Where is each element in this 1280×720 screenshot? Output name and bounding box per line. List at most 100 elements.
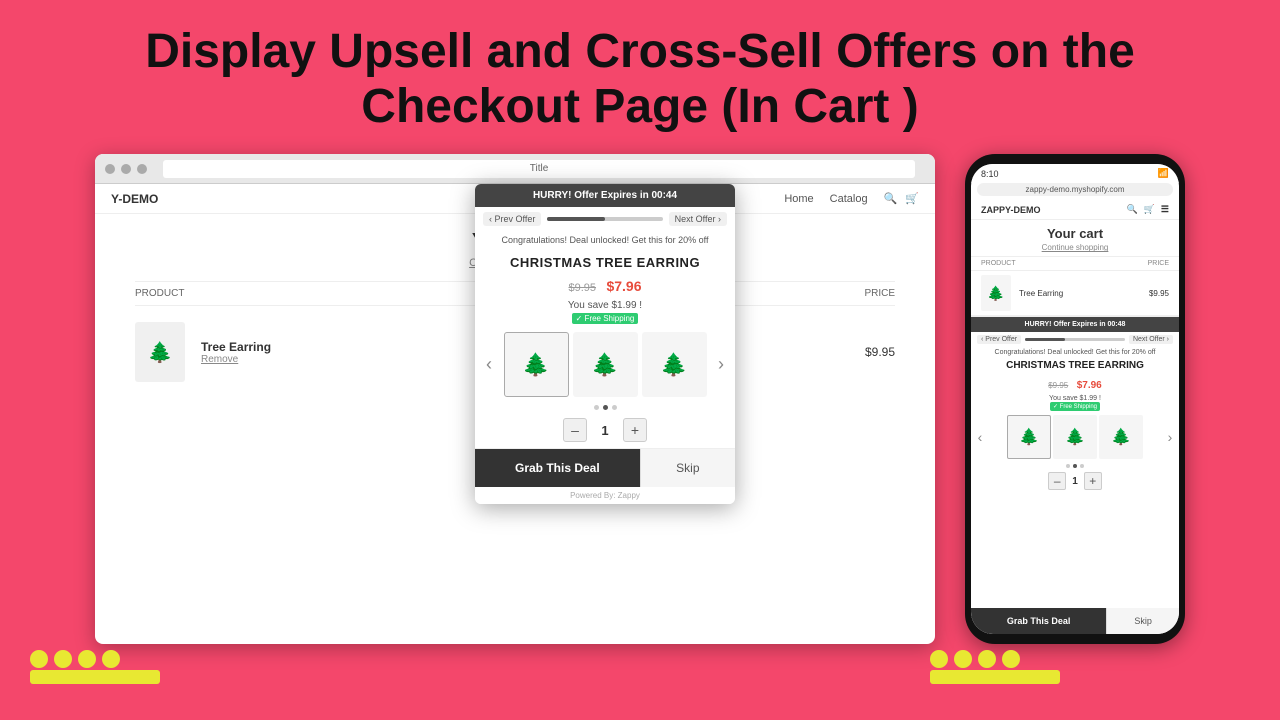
mobile-search-icon[interactable]: 🔍 (1126, 204, 1137, 215)
shop-nav-links: Home Catalog (784, 193, 867, 205)
mobile-carousel-next[interactable]: › (1163, 429, 1177, 445)
qty-plus-btn[interactable]: + (623, 418, 647, 442)
item-emoji: 🌲 (148, 340, 173, 365)
cart-item-image: 🌲 (135, 322, 185, 382)
carousel-dot-3 (612, 405, 617, 410)
qty-minus-btn[interactable]: – (563, 418, 587, 442)
mobile-cart-icon[interactable]: 🛒 (1144, 204, 1155, 215)
mobile-url-text: zappy-demo.myshopify.com (1026, 185, 1125, 194)
browser-mockup: Title Y-DEMO Home Catalog 🔍 🛒 Your cart … (95, 154, 935, 644)
mobile-shop-nav: ZAPPY-DEMO 🔍 🛒 ☰ (971, 200, 1179, 220)
mobile-popup-actions: Grab This Deal Skip (971, 608, 1179, 634)
popup-actions: Grab This Deal Skip (475, 448, 735, 487)
carousel-next-arrow[interactable]: › (711, 354, 731, 375)
mobile-qty-value: 1 (1072, 476, 1078, 487)
popup-sale-price: $7.96 (606, 278, 641, 294)
mobile-qty-minus[interactable]: – (1048, 472, 1066, 490)
carousel-img-1[interactable]: 🌲 (504, 332, 569, 397)
mobile-cart-item: 🌲 Tree Earring $9.95 (971, 271, 1179, 316)
carousel-dot-1 (594, 405, 599, 410)
browser-close-btn (105, 164, 115, 174)
prev-offer-btn[interactable]: ‹ Prev Offer (483, 212, 541, 226)
cart-icon[interactable]: 🛒 (905, 192, 919, 205)
dots-right (930, 650, 1020, 668)
upsell-popup: HURRY! Offer Expires in 00:44 ‹ Prev Off… (475, 184, 735, 504)
mobile-carousel-img-2[interactable]: 🌲 (1053, 415, 1097, 459)
mobile-popup-prices: $9.95 $7.96 (971, 373, 1179, 395)
mobile-quantity: – 1 + (971, 469, 1179, 493)
popup-shipping: ✓ Free Shipping (475, 311, 735, 326)
yellow-bar-right (930, 670, 1060, 684)
mobile-popup-progress-fill (1025, 338, 1065, 341)
free-shipping-badge: ✓ Free Shipping (572, 313, 639, 324)
carousel-images: 🌲 🌲 🌲 (499, 332, 711, 397)
mobile-carousel-images: 🌲 🌲 🌲 (987, 415, 1163, 459)
mobile-popup-sale-price: $7.96 (1077, 380, 1102, 391)
mobile-grab-deal-btn[interactable]: Grab This Deal (971, 608, 1106, 634)
popup-deal-text: Congratulations! Deal unlocked! Get this… (475, 231, 735, 251)
mobile-status-bar: 8:10 📶 (971, 164, 1179, 183)
next-offer-btn[interactable]: Next Offer › (669, 212, 727, 226)
mobile-popup-shipping: ✓ Free Shipping (971, 402, 1179, 411)
popup-original-price: $9.95 (568, 282, 596, 294)
page-title: Display Upsell and Cross-Sell Offers on … (60, 24, 1220, 134)
popup-product-title: CHRISTMAS TREE EARRING (475, 251, 735, 274)
mobile-dot-2 (1073, 464, 1077, 468)
popup-nav-bar: ‹ Prev Offer Next Offer › (475, 207, 735, 231)
mobile-upsell-popup: HURRY! Offer Expires in 00:48 ‹ Prev Off… (971, 316, 1179, 634)
grab-deal-btn[interactable]: Grab This Deal (475, 449, 640, 487)
product-header: PRODUCT (135, 288, 184, 299)
mobile-screen: 8:10 📶 zappy-demo.myshopify.com ZAPPY-DE… (971, 164, 1179, 634)
mobile-signal-icons: 📶 (1158, 168, 1169, 179)
mobile-prev-offer-btn[interactable]: ‹ Prev Offer (977, 335, 1021, 344)
carousel-img-2[interactable]: 🌲 (573, 332, 638, 397)
cart-item-name: Tree Earring (201, 340, 271, 354)
mobile-shop-logo: ZAPPY-DEMO (981, 205, 1041, 215)
mobile-carousel: ‹ 🌲 🌲 🌲 › (971, 411, 1179, 463)
mobile-carousel-img-3[interactable]: 🌲 (1099, 415, 1143, 459)
browser-chrome: Title (95, 154, 935, 184)
mobile-menu-icon[interactable]: ☰ (1161, 204, 1169, 215)
mobile-qty-plus[interactable]: + (1084, 472, 1102, 490)
carousel-img-3[interactable]: 🌲 (642, 332, 707, 397)
mobile-popup-original-price: $9.95 (1048, 381, 1068, 390)
popup-prices: $9.95 $7.96 (475, 274, 735, 300)
mobile-dot-3 (1080, 464, 1084, 468)
main-content: Title Y-DEMO Home Catalog 🔍 🛒 Your cart … (0, 154, 1280, 644)
mobile-popup-product-title: CHRISTMAS TREE EARRING (971, 358, 1179, 373)
mobile-carousel-prev[interactable]: ‹ (973, 429, 987, 445)
page-header: Display Upsell and Cross-Sell Offers on … (0, 0, 1280, 154)
carousel-prev-arrow[interactable]: ‹ (479, 354, 499, 375)
yellow-bar-left (30, 670, 160, 684)
mobile-mockup: 8:10 📶 zappy-demo.myshopify.com ZAPPY-DE… (965, 154, 1185, 644)
browser-url-bar[interactable]: Title (163, 160, 915, 178)
popup-savings: You save $1.99 ! (475, 300, 735, 311)
mobile-carousel-img-1[interactable]: 🌲 (1007, 415, 1051, 459)
qty-value: 1 (595, 423, 615, 438)
mobile-skip-btn[interactable]: Skip (1106, 608, 1179, 634)
skip-btn[interactable]: Skip (640, 449, 735, 487)
cart-item-details: Tree Earring Remove (201, 340, 271, 365)
shop-nav-icons: 🔍 🛒 (884, 192, 919, 205)
popup-carousel: ‹ 🌲 🌲 🌲 › (475, 326, 735, 403)
mobile-item-image: 🌲 (981, 275, 1011, 311)
mobile-next-offer-btn[interactable]: Next Offer › (1129, 335, 1173, 344)
mobile-price-header: PRICE (1148, 260, 1169, 267)
carousel-dots (475, 403, 735, 412)
popup-timer: HURRY! Offer Expires in 00:44 (475, 184, 735, 207)
browser-max-btn (137, 164, 147, 174)
cart-item-remove[interactable]: Remove (201, 354, 271, 365)
mobile-url-bar[interactable]: zappy-demo.myshopify.com (977, 183, 1173, 196)
mobile-dot-1 (1066, 464, 1070, 468)
mobile-popup-nav: ‹ Prev Offer Next Offer › (971, 332, 1179, 347)
nav-home[interactable]: Home (784, 193, 813, 205)
nav-catalog[interactable]: Catalog (830, 193, 868, 205)
carousel-dot-2 (603, 405, 608, 410)
mobile-item-name: Tree Earring (1019, 289, 1063, 298)
mobile-popup-progress (1025, 338, 1125, 341)
search-icon[interactable]: 🔍 (884, 192, 898, 205)
mobile-item-price: $9.95 (1149, 289, 1169, 298)
mobile-free-shipping-badge: ✓ Free Shipping (1050, 402, 1100, 411)
popup-progress (547, 217, 662, 221)
mobile-cart-sub[interactable]: Continue shopping (971, 243, 1179, 252)
